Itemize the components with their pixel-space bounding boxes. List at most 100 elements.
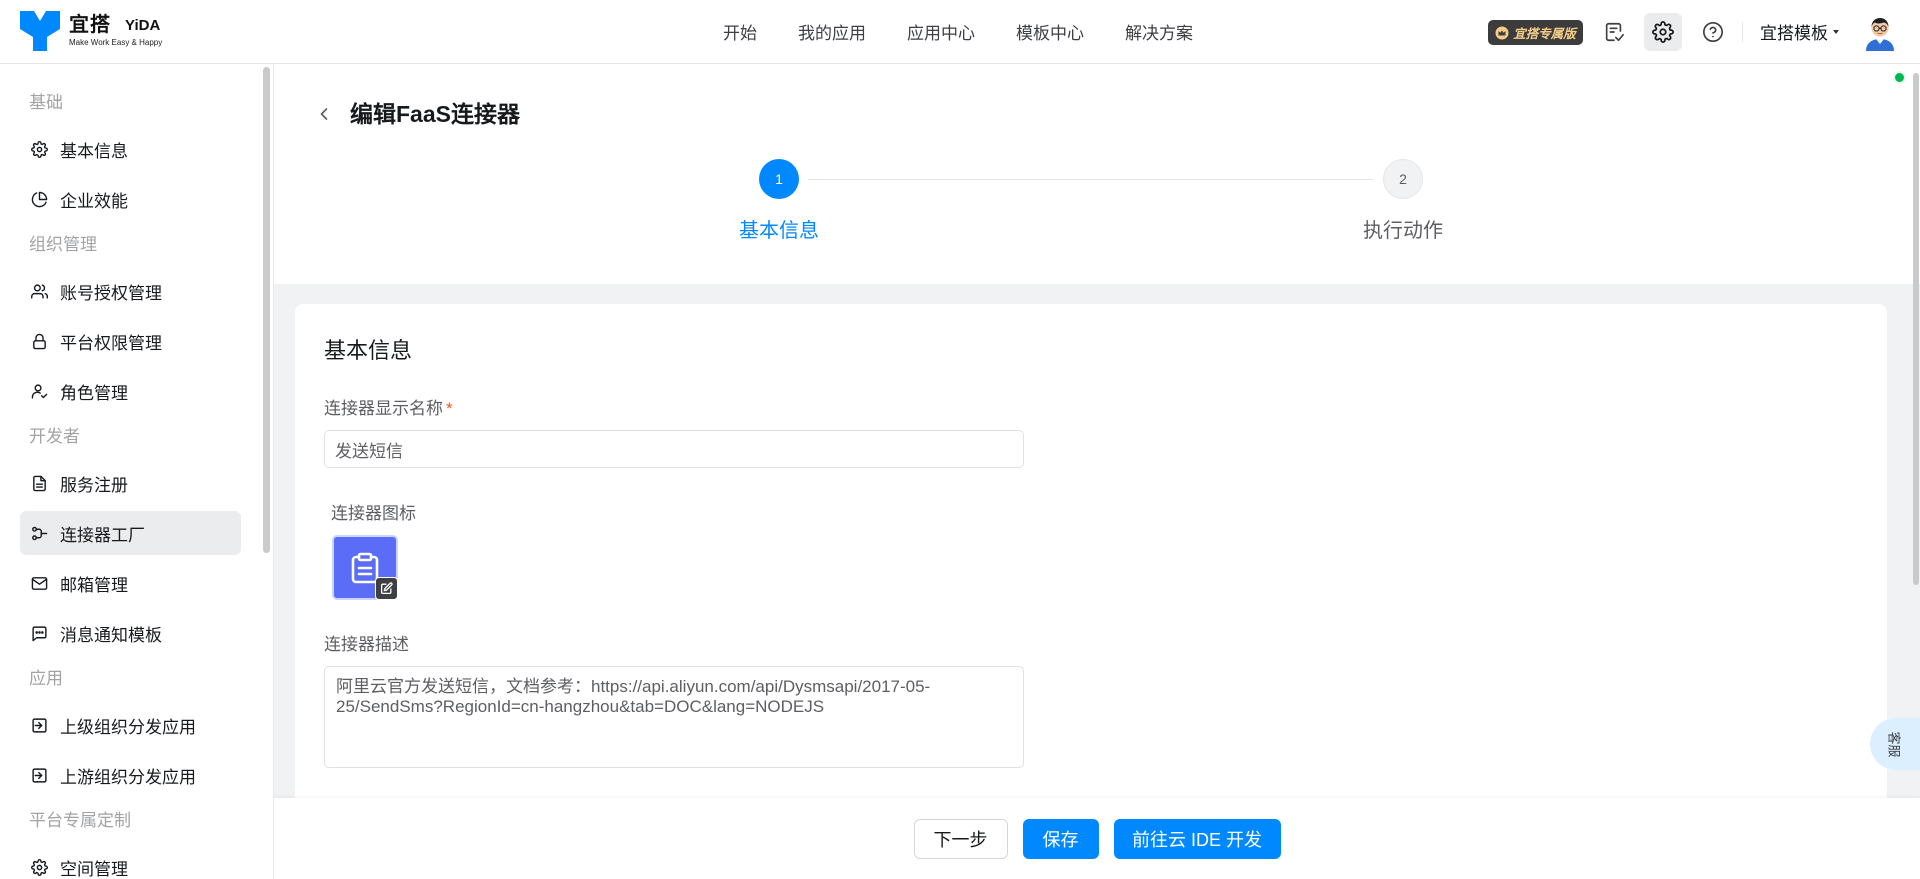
back-button[interactable]	[312, 102, 336, 126]
floating-support-label: 客服	[1886, 730, 1902, 758]
lock-icon	[30, 332, 48, 350]
sidebar-item-label: 空间管理	[60, 859, 128, 879]
nav-app-center[interactable]: 应用中心	[907, 19, 975, 44]
save-button[interactable]: 保存	[1022, 818, 1099, 859]
form-footer: 下一步 保存 前往云 IDE 开发	[274, 798, 1920, 879]
sidebar-item-space-management-link[interactable]: 空间管理	[20, 845, 241, 879]
edition-badge[interactable]: 宜搭专属版	[1488, 20, 1583, 45]
org-switcher[interactable]: 宜搭模板	[1760, 0, 1839, 63]
sidebar-item-label: 角色管理	[60, 383, 128, 403]
help-icon	[1703, 22, 1723, 42]
chevron-left-icon	[320, 108, 328, 120]
nav-my-apps[interactable]: 我的应用	[798, 19, 866, 44]
logo-en: YiDA	[125, 16, 161, 34]
gear-icon	[30, 140, 48, 158]
sidebar-scrollbar[interactable]	[263, 67, 270, 553]
nav-solutions[interactable]: 解决方案	[1125, 19, 1193, 44]
task-list-icon	[1605, 22, 1624, 42]
logo-cn: 宜搭	[69, 14, 111, 36]
sidebar-item-label: 服务注册	[60, 475, 128, 495]
users-icon	[30, 282, 48, 300]
caret-down-icon	[1833, 29, 1839, 34]
settings-sidebar: 基础 基本信息 企业效能 组织管理 账号授权管理 平台权限管理 角色管理 开发者…	[0, 64, 274, 879]
step-1-label[interactable]: 基本信息	[679, 218, 879, 244]
sidebar-item-upstream-org-apps: 上游组织分发应用	[0, 750, 273, 800]
sidebar-item-platform-permission-link[interactable]: 平台权限管理	[20, 319, 241, 363]
section-heading: 基本信息	[324, 338, 413, 363]
step-1-indicator[interactable]: 1	[759, 159, 799, 199]
main-scrollbar[interactable]	[1913, 73, 1919, 585]
help-button[interactable]	[1694, 13, 1732, 51]
yida-logo-icon	[20, 11, 60, 51]
sidebar-item-connector-factory: 连接器工厂	[0, 508, 273, 558]
sidebar-item-connector-factory-link[interactable]: 连接器工厂	[20, 511, 241, 555]
sidebar-item-parent-org-apps-link[interactable]: 上级组织分发应用	[20, 703, 241, 747]
sidebar-item-label: 连接器工厂	[60, 525, 145, 545]
user-check-icon	[30, 382, 48, 400]
user-avatar[interactable]	[1862, 13, 1898, 51]
required-mark: *	[446, 399, 453, 418]
settings-button[interactable]	[1644, 13, 1682, 51]
connector-description-label: 连接器描述	[324, 635, 409, 654]
sidebar-item-account-auth-link[interactable]: 账号授权管理	[20, 269, 241, 313]
mail-icon	[30, 574, 48, 592]
sidebar-item-label: 上级组织分发应用	[60, 717, 196, 737]
connector-icon-picker[interactable]	[332, 535, 398, 600]
yida-logo[interactable]: 宜搭 YiDA Make Work Easy & Happy	[20, 11, 162, 51]
sidebar-item-parent-org-apps: 上级组织分发应用	[0, 700, 273, 750]
connector-description-input[interactable]: 阿里云官方发送短信，文档参考：https://api.aliyun.com/ap…	[324, 666, 1024, 768]
crown-icon	[1495, 26, 1509, 39]
sign-in-icon	[30, 766, 48, 784]
document-icon	[30, 474, 48, 492]
gear-icon	[30, 858, 48, 876]
connector-name-label: 连接器显示名称 *	[324, 398, 453, 420]
edition-badge-label: 宜搭专属版	[1513, 27, 1576, 41]
sidebar-item-label: 企业效能	[60, 191, 128, 211]
sidebar-item-service-registry-link[interactable]: 服务注册	[20, 461, 241, 505]
sidebar-item-basic-info-link[interactable]: 基本信息	[20, 127, 241, 171]
nav-template-center[interactable]: 模板中心	[1016, 19, 1084, 44]
sidebar-item-label: 上游组织分发应用	[60, 767, 196, 787]
step-2-indicator[interactable]: 2	[1383, 159, 1423, 199]
step-connector-line	[808, 179, 1374, 180]
connector-icon	[30, 524, 48, 542]
page-header: 编辑FaaS连接器 1 2 基本信息 执行动作	[274, 64, 1920, 284]
settings-icon	[1652, 21, 1674, 43]
sidebar-item-mailbox-link[interactable]: 邮箱管理	[20, 561, 241, 605]
pie-chart-icon	[30, 190, 48, 208]
sidebar-item-label: 基本信息	[60, 141, 128, 161]
next-step-button[interactable]: 下一步	[913, 818, 1008, 859]
sidebar-item-roles: 角色管理	[0, 366, 273, 416]
edit-icon[interactable]	[375, 577, 398, 600]
page-title: 编辑FaaS连接器	[350, 101, 520, 127]
sidebar-item-efficiency: 企业效能	[0, 174, 273, 224]
sidebar-item-space-management: 空间管理	[0, 842, 273, 879]
connector-icon-label: 连接器图标	[331, 504, 416, 523]
connector-name-input[interactable]	[324, 430, 1024, 468]
connector-name-label-text: 连接器显示名称	[324, 399, 443, 418]
open-cloud-ide-button[interactable]: 前往云 IDE 开发	[1113, 818, 1281, 859]
sidebar-item-label: 邮箱管理	[60, 575, 128, 595]
nav-start[interactable]: 开始	[723, 19, 757, 44]
sidebar-item-efficiency-link[interactable]: 企业效能	[20, 177, 241, 221]
sidebar-item-account-auth: 账号授权管理	[0, 266, 273, 316]
step-2-label[interactable]: 执行动作	[1303, 218, 1503, 244]
logo-wordmark: 宜搭 YiDA Make Work Easy & Happy	[69, 15, 162, 47]
sidebar-item-notification-template-link[interactable]: 消息通知模板	[20, 611, 241, 655]
sidebar-item-label: 账号授权管理	[60, 283, 162, 303]
task-list-button[interactable]	[1595, 13, 1633, 51]
header-divider	[1742, 22, 1743, 42]
sidebar-item-label: 消息通知模板	[60, 625, 162, 645]
sidebar-section-apps: 应用	[29, 669, 63, 688]
sidebar-section-developer: 开发者	[29, 427, 80, 446]
sign-in-icon	[30, 716, 48, 734]
message-icon	[30, 624, 48, 642]
floating-support-button[interactable]: 客服	[1870, 718, 1920, 770]
sidebar-item-upstream-org-apps-link[interactable]: 上游组织分发应用	[20, 753, 241, 797]
sidebar-item-roles-link[interactable]: 角色管理	[20, 369, 241, 413]
top-header: 宜搭 YiDA Make Work Easy & Happy 开始 我的应用 应…	[0, 0, 1920, 64]
sidebar-section-basic: 基础	[29, 93, 63, 112]
org-switcher-label: 宜搭模板	[1760, 24, 1828, 43]
main-content: 编辑FaaS连接器 1 2 基本信息 执行动作 基本信息 连接器显示名称* 连接…	[274, 64, 1920, 879]
basic-info-card: 基本信息 连接器显示名称* 连接器图标 连接器描述 阿里云官方发送短信，文档参考…	[295, 304, 1887, 879]
